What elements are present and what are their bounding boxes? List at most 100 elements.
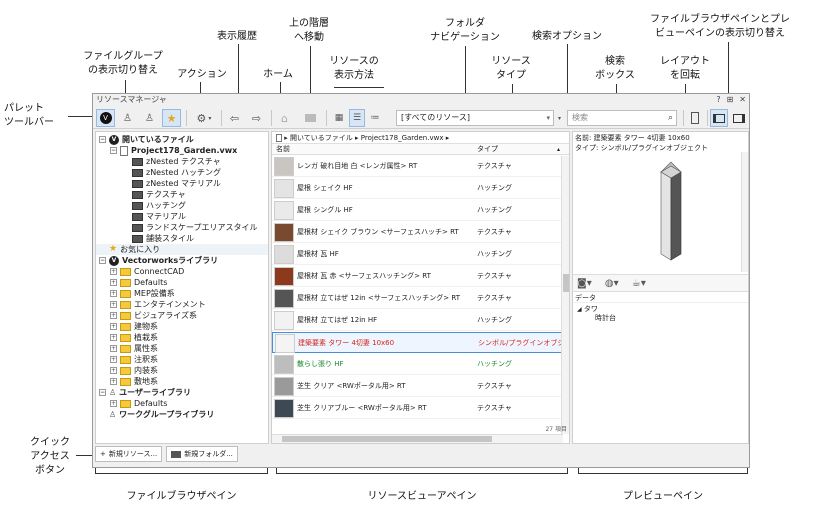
tree-item-library[interactable]: + MEP設備系 xyxy=(110,288,175,299)
breadcrumb-item[interactable]: Project178_Garden.vwx xyxy=(361,134,444,142)
search-icon: ⌕ xyxy=(667,113,673,123)
user-library-toggle-button[interactable]: ♙ xyxy=(118,109,137,127)
tree-item-folder[interactable]: zNested マテリアル xyxy=(132,178,221,189)
workgroup-library-toggle-button[interactable]: ♙ xyxy=(140,109,159,127)
tree-item-library[interactable]: + 敷地系 xyxy=(110,376,158,387)
view-list-button[interactable]: ☰ xyxy=(349,109,365,127)
resource-row[interactable]: 散らし張り HF ハッチング xyxy=(272,354,562,375)
resource-row[interactable]: 屋根 シェイク HF ハッチング xyxy=(272,178,562,199)
expand-icon[interactable]: + xyxy=(110,279,117,286)
tree-section-open-files[interactable]: − V 開いているファイル xyxy=(99,134,194,145)
dock-icon[interactable]: ⊞ xyxy=(727,94,734,106)
resource-type-select[interactable]: [すべてのリソース] ▾ xyxy=(396,110,554,126)
tree-item-library[interactable]: + 注釈系 xyxy=(110,354,158,365)
toggle-browser-pane-button[interactable] xyxy=(710,109,728,127)
tree-item-folder[interactable]: ランドスケープエリアスタイル xyxy=(132,222,258,233)
collapse-icon[interactable]: − xyxy=(99,389,106,396)
render-mode-button[interactable]: ◙▾ xyxy=(577,278,592,289)
expand-icon[interactable]: + xyxy=(110,378,117,385)
resource-row[interactable]: 屋根材 立てはぜ 12in <サーフェスハッチング> RT テクスチャ xyxy=(272,288,562,309)
tree-item-library[interactable]: + Defaults xyxy=(110,277,167,288)
tree-item-library[interactable]: + 属性系 xyxy=(110,343,158,354)
expand-icon[interactable]: + xyxy=(110,334,117,341)
tree-item-library[interactable]: + 内装系 xyxy=(110,365,158,376)
breadcrumb-item[interactable]: 開いているファイル xyxy=(290,134,353,142)
horizontal-scrollbar[interactable] xyxy=(272,434,563,443)
expand-icon[interactable]: + xyxy=(110,345,117,352)
tree-item-folder[interactable]: テクスチャ xyxy=(132,189,186,200)
expand-icon[interactable]: + xyxy=(110,367,117,374)
resource-row[interactable]: 屋根材 瓦 HF ハッチング xyxy=(272,244,562,265)
view-mode-button[interactable]: ◍▾ xyxy=(605,278,619,289)
tree-item-library[interactable]: + ConnectCAD xyxy=(110,266,184,277)
expand-icon[interactable]: + xyxy=(110,290,117,297)
vectorworks-library-toggle-button[interactable]: V xyxy=(96,109,115,127)
scrollbar-thumb[interactable] xyxy=(563,274,569,292)
collapse-icon[interactable]: − xyxy=(110,147,117,154)
help-icon[interactable]: ? xyxy=(716,94,720,106)
tree-item-folder[interactable]: ハッチング xyxy=(132,200,186,211)
resource-row[interactable]: 屋根材 瓦 赤 <サーフェスハッチング> RT テクスチャ xyxy=(272,266,562,287)
new-folder-button[interactable]: 新規フォルダ... xyxy=(166,446,238,462)
tree-label: 注釈系 xyxy=(134,355,158,364)
search-options-button[interactable]: ▾ xyxy=(554,109,565,127)
scrollbar-thumb[interactable] xyxy=(282,436,492,442)
expand-icon[interactable]: + xyxy=(110,400,117,407)
resource-row[interactable]: 屋根材 シェイク ブラウン <サーフェスハッチ> RT テクスチャ xyxy=(272,222,562,243)
up-level-button[interactable] xyxy=(301,109,320,127)
resource-type: ハッチング xyxy=(477,184,512,192)
data-tree-root[interactable]: ◢ タワ xyxy=(577,305,598,314)
search-input[interactable]: 検索 ⌕ xyxy=(567,110,677,126)
preview-scrollbar[interactable] xyxy=(741,152,748,272)
resource-row[interactable]: 芝生 クリアブルー <RWポータル用> RT テクスチャ xyxy=(272,398,562,419)
back-button[interactable]: ⇦ xyxy=(225,109,244,127)
favorites-toggle-button[interactable]: ★ xyxy=(162,109,181,127)
tree-item-folder[interactable]: zNested テクスチャ xyxy=(132,156,221,167)
home-button[interactable]: ⌂ xyxy=(275,109,294,127)
vertical-scrollbar[interactable] xyxy=(561,156,569,434)
tree-item-folder[interactable]: 舗装スタイル xyxy=(132,233,194,244)
rotate-layout-button[interactable] xyxy=(687,109,703,127)
tree-item-library[interactable]: + 建物系 xyxy=(110,321,158,332)
resource-manager-window: リソースマネージャ ? ⊞ ✕ V ♙ ♙ ★ ⚙ ▾ ⇦ ⇨ ⌂ ▦ ☰ ≔ … xyxy=(92,93,750,468)
collapse-icon[interactable]: − xyxy=(99,257,106,264)
tree-item-library[interactable]: + 植栽系 xyxy=(110,332,158,343)
resource-row[interactable]: 建築要素 タワー 4切妻 10x60 シンボル/プラグインオブジェクト xyxy=(272,332,569,353)
toggle-preview-pane-button[interactable] xyxy=(730,109,748,127)
expand-icon[interactable]: + xyxy=(110,323,117,330)
tree-section-vectorworks-library[interactable]: − V Vectorworksライブラリ xyxy=(99,255,218,266)
label-resource-viewer-pane: リソースビューアペイン xyxy=(367,491,477,502)
close-icon[interactable]: ✕ xyxy=(739,94,746,106)
tree-item-folder[interactable]: zNested ハッチング xyxy=(132,167,221,178)
tree-item-library[interactable]: + Defaults xyxy=(110,398,167,409)
resource-row[interactable]: レンガ 破れ目地 白 <レンガ属性> RT テクスチャ xyxy=(272,156,562,177)
expand-icon[interactable]: + xyxy=(110,312,117,319)
forward-button[interactable]: ⇨ xyxy=(247,109,266,127)
data-tree-child[interactable]: 時計台 xyxy=(595,314,616,323)
resource-row[interactable]: 芝生 クリア <RWポータル用> RT テクスチャ xyxy=(272,376,562,397)
collapse-icon[interactable]: − xyxy=(99,136,106,143)
folder-icon xyxy=(120,366,131,375)
folder-icon xyxy=(132,157,143,166)
tree-item-folder[interactable]: マテリアル xyxy=(132,211,186,222)
resource-row[interactable]: 屋根 シングル HF ハッチング xyxy=(272,200,562,221)
collapse-icon[interactable]: ◢ xyxy=(577,306,582,313)
tree-item-library[interactable]: + ビジュアライズ系 xyxy=(110,310,197,321)
expand-icon[interactable]: + xyxy=(110,356,117,363)
column-name-header[interactable]: 名前 xyxy=(276,144,290,155)
teapot-preview-button[interactable]: ☕▾ xyxy=(632,278,646,289)
tree-item-file[interactable]: − Project178_Garden.vwx xyxy=(110,145,237,156)
resource-row[interactable]: 屋根材 立てはぜ 12in HF ハッチング xyxy=(272,310,562,331)
tree-section-favorites[interactable]: ★ お気に入り xyxy=(96,244,268,255)
view-thumbnails-button[interactable]: ▦ xyxy=(331,109,347,127)
resource-type: テクスチャ xyxy=(477,382,512,390)
view-details-button[interactable]: ≔ xyxy=(367,109,383,127)
action-menu-button[interactable]: ⚙ ▾ xyxy=(191,109,217,127)
expand-icon[interactable]: + xyxy=(110,268,117,275)
tree-section-user-library[interactable]: − ♙ ユーザーライブラリ xyxy=(99,387,191,398)
tree-item-library[interactable]: + エンタテインメント xyxy=(110,299,206,310)
column-type-header[interactable]: タイプ xyxy=(477,144,498,155)
expand-icon[interactable]: + xyxy=(110,301,117,308)
tree-section-workgroup-library[interactable]: ♙ ワークグループライブラリ xyxy=(109,409,214,420)
new-resource-button[interactable]: + 新規リソース... xyxy=(95,446,163,462)
